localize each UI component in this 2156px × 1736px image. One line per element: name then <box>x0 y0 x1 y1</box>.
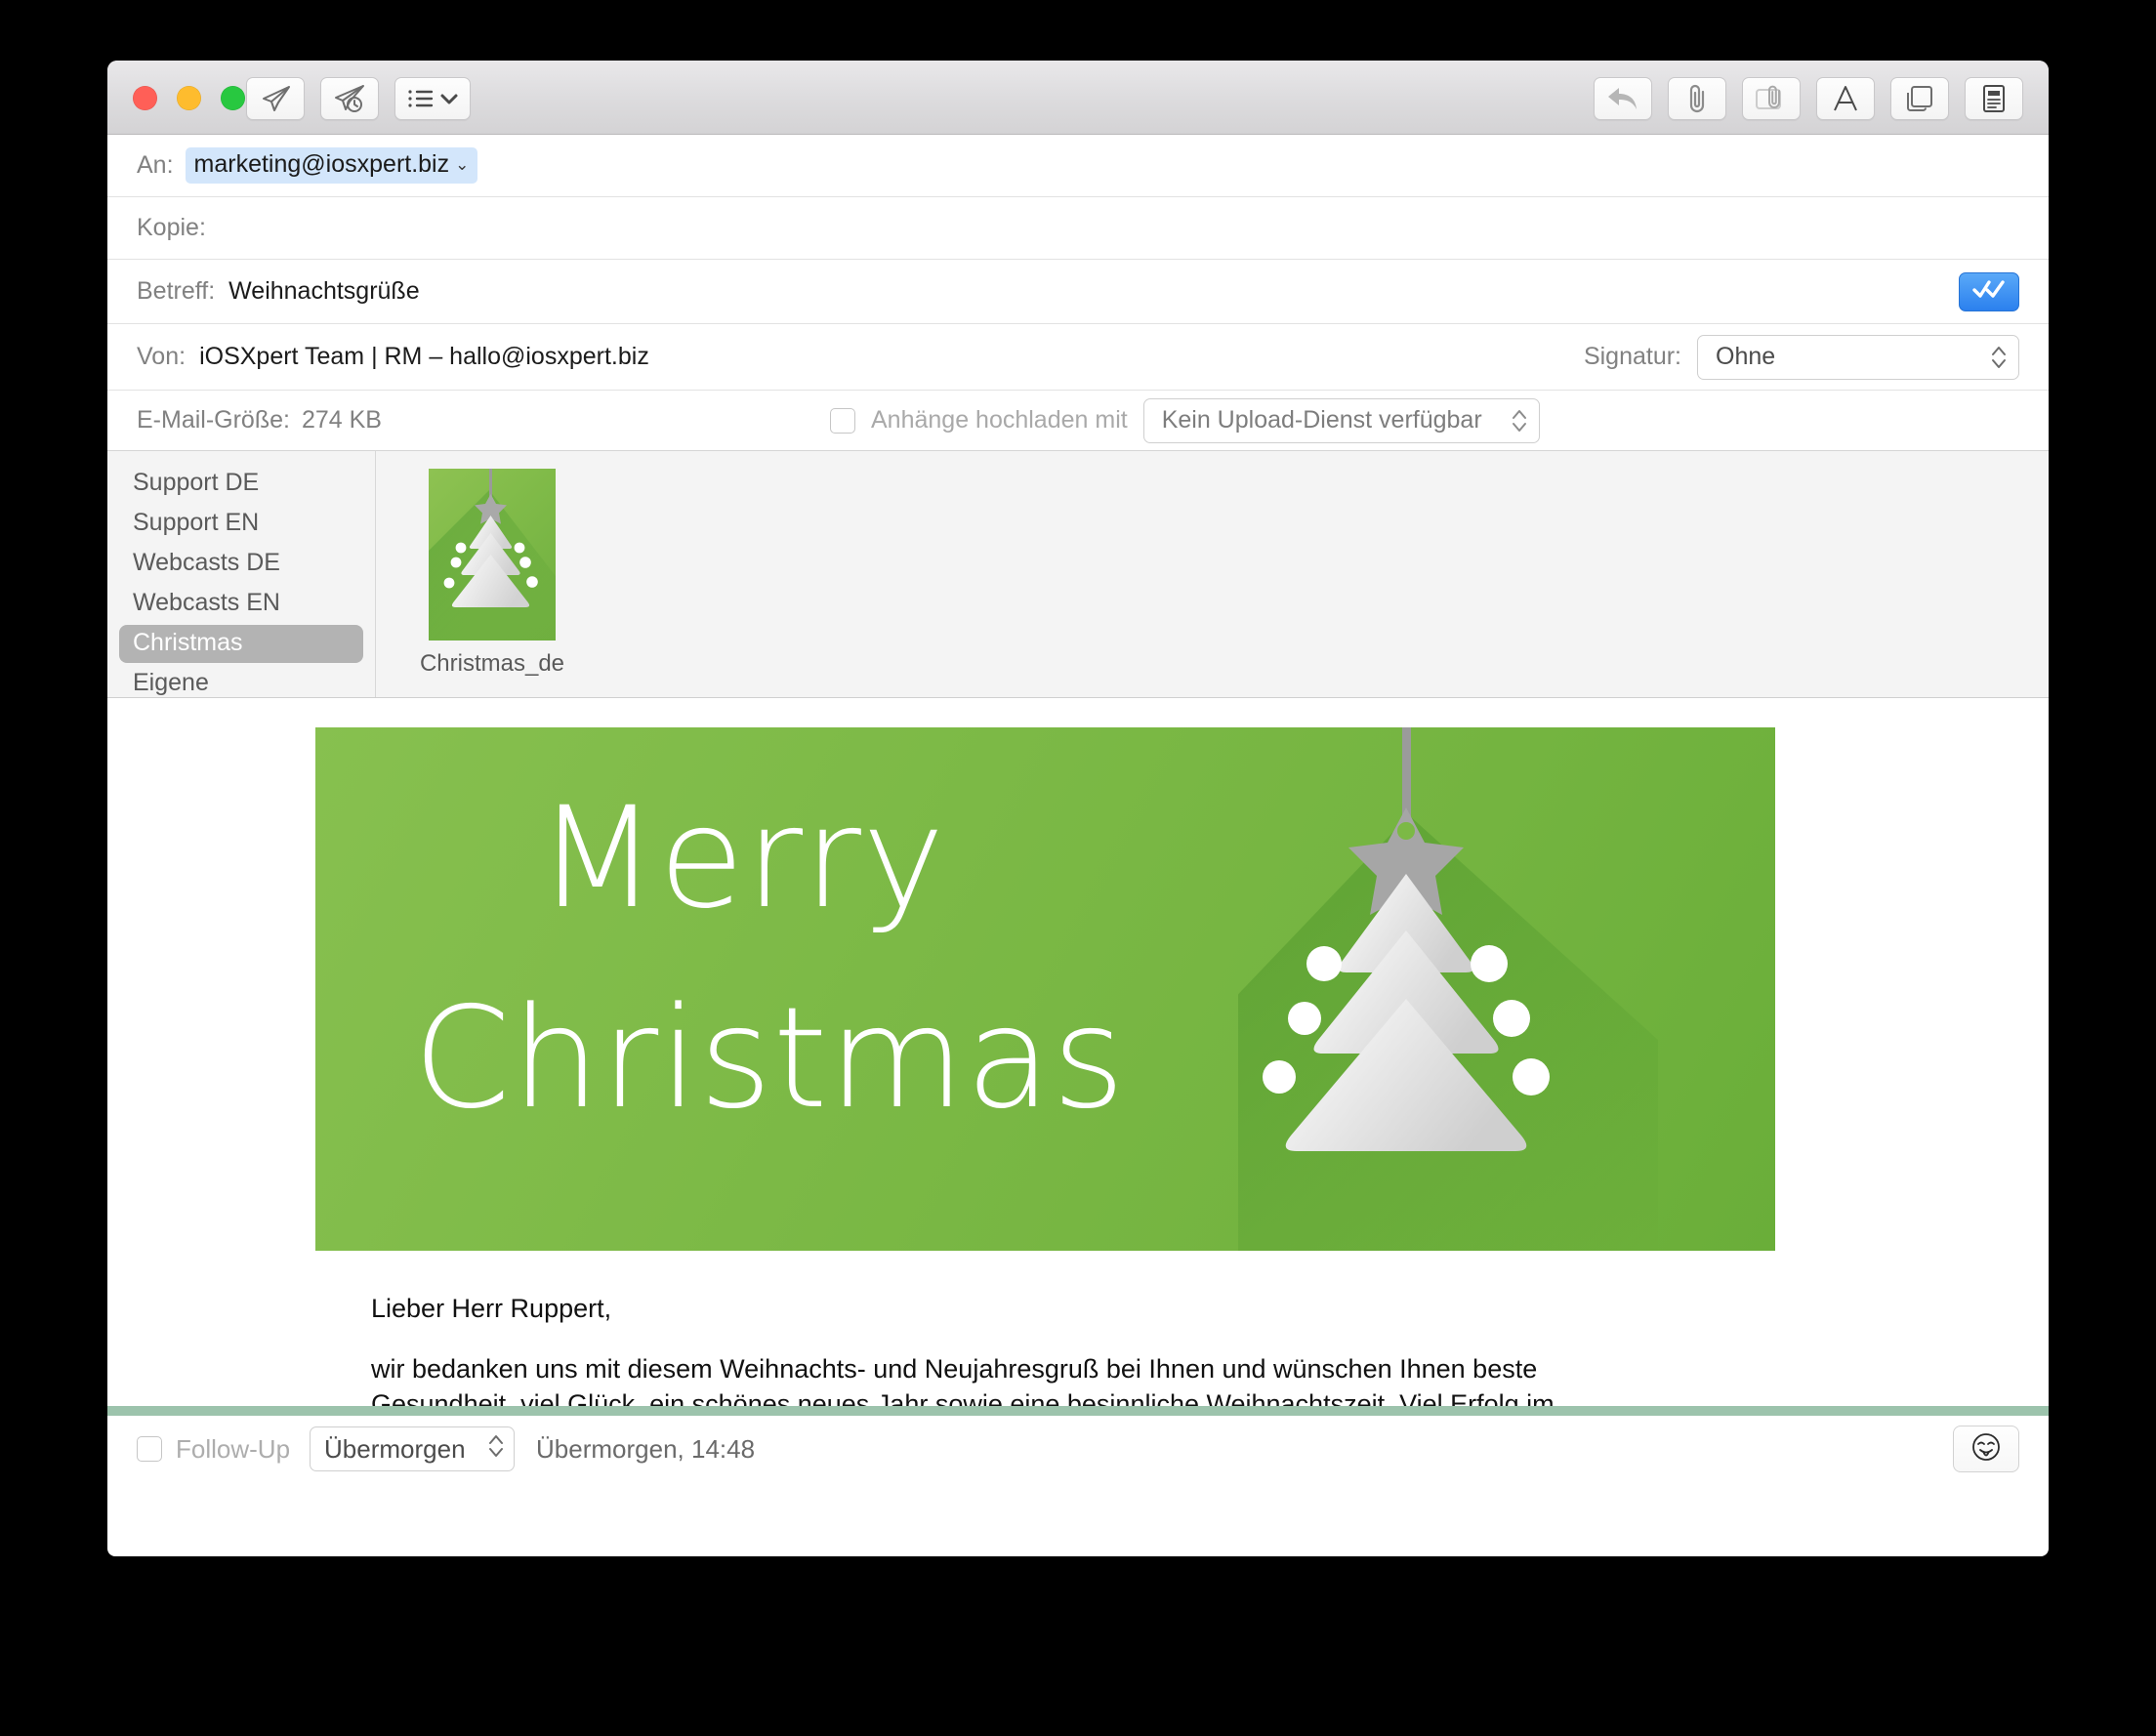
size-value: 274 KB <box>301 406 382 434</box>
format-button[interactable] <box>1816 77 1875 120</box>
close-button[interactable] <box>133 86 157 110</box>
size-field-row: E-Mail-Größe: 274 KB Anhänge hochladen m… <box>107 391 2049 451</box>
toolbar-right-group <box>1594 77 2023 120</box>
list-chevron-icon <box>406 87 459 110</box>
stationery-button[interactable] <box>1890 77 1949 120</box>
to-field-row[interactable]: An: marketing@iosxpert.biz ⌄ <box>107 135 2049 197</box>
template-item[interactable]: Christmas_de <box>419 469 565 678</box>
double-check-icon <box>1972 279 2006 304</box>
followup-checkbox[interactable] <box>137 1436 162 1462</box>
smiley-tongue-icon <box>1969 1430 2003 1468</box>
from-value: iOSXpert Team | RM – hallo@iosxpert.biz <box>199 343 649 370</box>
template-browser: Support DE Support EN Webcasts DE Webcas… <box>107 451 2049 698</box>
signature-label: Signatur: <box>1583 343 1681 370</box>
template-item-label: Christmas_de <box>419 650 565 677</box>
recipient-address: marketing@iosxpert.biz <box>193 150 450 178</box>
sidebar-button[interactable] <box>1965 77 2023 120</box>
send-button[interactable] <box>246 77 305 120</box>
followup-bar: Follow-Up Übermorgen Übermorgen, 14:48 <box>107 1416 2049 1482</box>
minimize-button[interactable] <box>177 86 201 110</box>
body-line-3: Gesundheit, viel Glück, ein schönes neue… <box>371 1389 1555 1406</box>
subject-value: Weihnachtsgrüße <box>228 277 420 305</box>
mail-compose-window: An: marketing@iosxpert.biz ⌄ Kopie: Betr… <box>107 61 2049 1556</box>
stepper-icon[interactable] <box>1510 406 1529 435</box>
followup-select[interactable]: Übermorgen <box>310 1426 516 1471</box>
stepper-icon[interactable] <box>486 1431 506 1467</box>
upload-attachments-label: Anhänge hochladen mit <box>871 406 1128 434</box>
upload-attachments-checkbox[interactable] <box>830 407 855 434</box>
chevron-down-icon[interactable]: ⌄ <box>455 156 469 173</box>
signature-group: Signatur: Ohne <box>1583 334 2019 380</box>
size-label: E-Mail-Größe: <box>137 406 290 434</box>
template-item-grid: Christmas_de <box>376 451 2049 697</box>
signature-value: Ohne <box>1716 343 1776 370</box>
templates-menu-button[interactable] <box>394 77 471 120</box>
body-line-2: wir bedanken uns mit diesem Weihnachts- … <box>371 1354 1538 1384</box>
template-category-support-de[interactable]: Support DE <box>119 465 363 503</box>
followup-label: Follow-Up <box>176 1433 291 1464</box>
template-category-support-en[interactable]: Support EN <box>119 505 363 543</box>
document-lines-icon <box>1981 84 2007 113</box>
template-category-webcasts-de[interactable]: Webcasts DE <box>119 545 363 583</box>
template-category-webcasts-en[interactable]: Webcasts EN <box>119 585 363 623</box>
paper-plane-icon <box>259 84 292 113</box>
paperclip-icon <box>1683 83 1711 114</box>
paperclip-window-icon <box>1755 84 1788 113</box>
reply-button[interactable] <box>1594 77 1652 120</box>
stepper-icon[interactable] <box>1989 343 2009 372</box>
window-titlebar <box>107 61 2049 135</box>
attach-window-button[interactable] <box>1742 77 1801 120</box>
to-label: An: <box>137 151 174 179</box>
message-body[interactable]: Merry Christmas Lieber Herr Ruppert, wir… <box>107 698 2049 1406</box>
cc-label: Kopie: <box>137 214 206 241</box>
template-category-christmas[interactable]: Christmas <box>119 625 363 663</box>
cc-field-row[interactable]: Kopie: <box>107 197 2049 260</box>
subject-label: Betreff: <box>137 277 216 305</box>
attach-button[interactable] <box>1668 77 1726 120</box>
from-label: Von: <box>137 343 187 370</box>
emoji-button[interactable] <box>1953 1426 2019 1472</box>
followup-when: Übermorgen, 14:48 <box>536 1433 756 1464</box>
recipient-token[interactable]: marketing@iosxpert.biz ⌄ <box>185 147 478 184</box>
reply-arrow-icon <box>1606 85 1639 112</box>
traffic-lights <box>133 86 245 110</box>
subject-field-row[interactable]: Betreff: Weihnachtsgrüße <box>107 260 2049 324</box>
letter-a-icon <box>1832 84 1859 113</box>
banner-line-1: Merry <box>537 776 946 939</box>
from-field-row[interactable]: Von: iOSXpert Team | RM – hallo@iosxpert… <box>107 324 2049 391</box>
toolbar-left-group <box>246 77 471 120</box>
hanging-christmas-tree-icon <box>1101 727 1658 1251</box>
christmas-tree-icon <box>429 469 556 641</box>
footer-divider <box>107 1406 2049 1416</box>
template-category-list: Support DE Support EN Webcasts DE Webcas… <box>107 451 376 697</box>
banner-line-2: Christmas <box>413 976 1127 1139</box>
template-thumbnail <box>429 469 556 641</box>
body-line-1: Lieber Herr Ruppert, <box>371 1294 612 1323</box>
upload-service-select[interactable]: Kein Upload-Dienst verfügbar <box>1142 397 1540 443</box>
send-later-button[interactable] <box>320 77 379 120</box>
followup-value: Übermorgen <box>324 1433 466 1464</box>
signature-select[interactable]: Ohne <box>1697 334 2019 380</box>
send-confirm-button[interactable] <box>1959 271 2019 311</box>
upload-service-group: Anhänge hochladen mit Kein Upload-Dienst… <box>830 397 1540 443</box>
christmas-banner-image: Merry Christmas <box>315 727 1775 1251</box>
zoom-button[interactable] <box>221 86 245 110</box>
stacked-pages-icon <box>1904 84 1935 113</box>
paper-plane-clock-icon <box>331 84 368 113</box>
upload-service-value: Kein Upload-Dienst verfügbar <box>1161 406 1482 434</box>
